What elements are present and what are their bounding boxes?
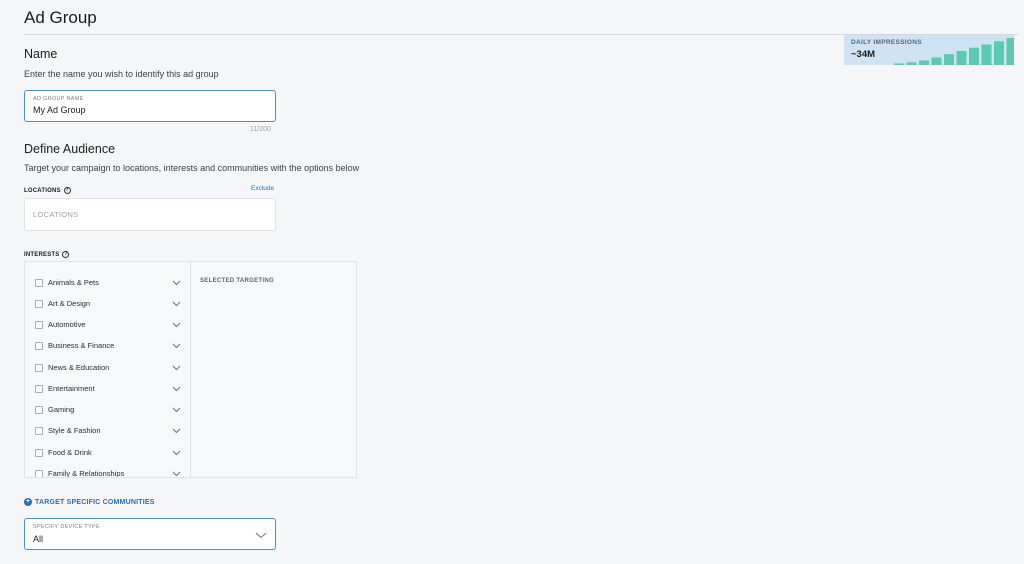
plus-circle-icon: +: [24, 498, 32, 506]
ad-group-name-input[interactable]: [33, 105, 263, 115]
chevron-down-icon[interactable]: [172, 278, 181, 287]
interest-item-style-fashion[interactable]: Style & Fashion: [25, 420, 190, 441]
ad-group-name-label: AD GROUP NAME: [33, 96, 84, 102]
chevron-down-icon[interactable]: [172, 363, 181, 372]
chevron-down-icon[interactable]: [172, 469, 181, 477]
checkbox[interactable]: [35, 320, 43, 329]
impressions-bar: [994, 41, 1004, 65]
interest-label: Business & Finance: [48, 341, 115, 350]
chevron-down-icon[interactable]: [172, 426, 181, 435]
device-type-label: SPECIFY DEVICE TYPE: [33, 524, 100, 530]
interest-item-gaming[interactable]: Gaming: [25, 399, 190, 420]
help-icon[interactable]: ?: [63, 187, 71, 194]
name-char-count: 11/200: [250, 126, 271, 133]
interest-label: Art & Design: [48, 299, 91, 308]
checkbox[interactable]: [35, 426, 43, 435]
impressions-bar: [944, 54, 954, 65]
interest-item-news-education[interactable]: News & Education: [25, 357, 190, 378]
checkbox[interactable]: [35, 469, 43, 477]
interest-item-family-relationships[interactable]: Family & Relationships: [25, 463, 190, 477]
checkbox[interactable]: [35, 384, 43, 393]
checkbox[interactable]: [35, 363, 43, 372]
chevron-down-icon[interactable]: [172, 341, 181, 350]
interest-item-business-finance[interactable]: Business & Finance: [25, 335, 190, 356]
chevron-down-icon[interactable]: [172, 320, 181, 329]
interest-item-food-drink[interactable]: Food & Drink: [25, 442, 190, 463]
device-type-value: All: [33, 534, 44, 544]
audience-section-title: Define Audience: [24, 142, 116, 156]
interest-label: Entertainment: [48, 384, 95, 393]
target-communities-label: TARGET SPECIFIC COMMUNITIES: [35, 498, 155, 506]
audience-section-description: Target your campaign to locations, inter…: [24, 163, 360, 173]
locations-input[interactable]: [33, 210, 263, 219]
interests-box: Animals & Pets Art & Design Automotive B…: [24, 261, 357, 478]
checkbox[interactable]: [35, 448, 43, 457]
interest-label: Gaming: [48, 405, 75, 414]
interest-item-automotive[interactable]: Automotive: [25, 314, 190, 335]
interest-item-entertainment[interactable]: Entertainment: [25, 378, 190, 399]
impressions-bar: [956, 50, 967, 65]
name-section-description: Enter the name you wish to identify this…: [24, 69, 219, 79]
interest-label: Food & Drink: [48, 448, 92, 457]
impressions-value: ~34M: [851, 49, 876, 60]
interests-label-text: INTERESTS: [24, 251, 60, 258]
exclude-link[interactable]: Exclude: [251, 185, 274, 192]
interest-label: Animals & Pets: [48, 278, 99, 287]
chevron-down-icon: [255, 532, 267, 539]
impressions-bar: [1006, 38, 1014, 65]
name-section-title: Name: [24, 47, 58, 61]
interests-label: INTERESTS ?: [24, 251, 70, 258]
ad-group-name-field[interactable]: AD GROUP NAME: [24, 90, 276, 122]
interest-label: Family & Relationships: [48, 469, 125, 477]
daily-impressions-widget: DAILY IMPRESSIONS ~34M: [844, 35, 1014, 65]
chevron-down-icon[interactable]: [172, 405, 181, 414]
impressions-bar: [981, 44, 992, 65]
impressions-bar: [894, 63, 904, 65]
locations-label-text: LOCATIONS: [24, 187, 61, 194]
locations-label: LOCATIONS ?: [24, 187, 71, 194]
impressions-bar: [919, 60, 929, 65]
checkbox[interactable]: [35, 299, 43, 308]
chevron-down-icon[interactable]: [172, 384, 181, 393]
target-communities-link[interactable]: + TARGET SPECIFIC COMMUNITIES: [24, 498, 155, 506]
impressions-bar: [906, 62, 917, 65]
interest-item-animals-pets[interactable]: Animals & Pets: [25, 272, 190, 293]
chevron-down-icon[interactable]: [172, 448, 181, 457]
page-title: Ad Group: [24, 8, 97, 27]
interest-label: Style & Fashion: [48, 426, 101, 435]
impressions-label: DAILY IMPRESSIONS: [851, 39, 922, 46]
interest-label: News & Education: [48, 363, 110, 372]
checkbox[interactable]: [35, 278, 43, 287]
interest-label: Automotive: [48, 320, 86, 329]
checkbox[interactable]: [35, 341, 43, 350]
help-icon[interactable]: ?: [62, 251, 70, 258]
impressions-bar: [969, 47, 979, 65]
interests-list[interactable]: Animals & Pets Art & Design Automotive B…: [25, 262, 191, 477]
selected-targeting-title: SELECTED TARGETING: [200, 278, 274, 284]
locations-field[interactable]: [24, 198, 276, 231]
chevron-down-icon[interactable]: [172, 299, 181, 308]
interest-item-art-design[interactable]: Art & Design: [25, 293, 190, 314]
impressions-bar: [931, 57, 942, 65]
device-type-select[interactable]: SPECIFY DEVICE TYPE All: [24, 518, 276, 550]
checkbox[interactable]: [35, 405, 43, 414]
